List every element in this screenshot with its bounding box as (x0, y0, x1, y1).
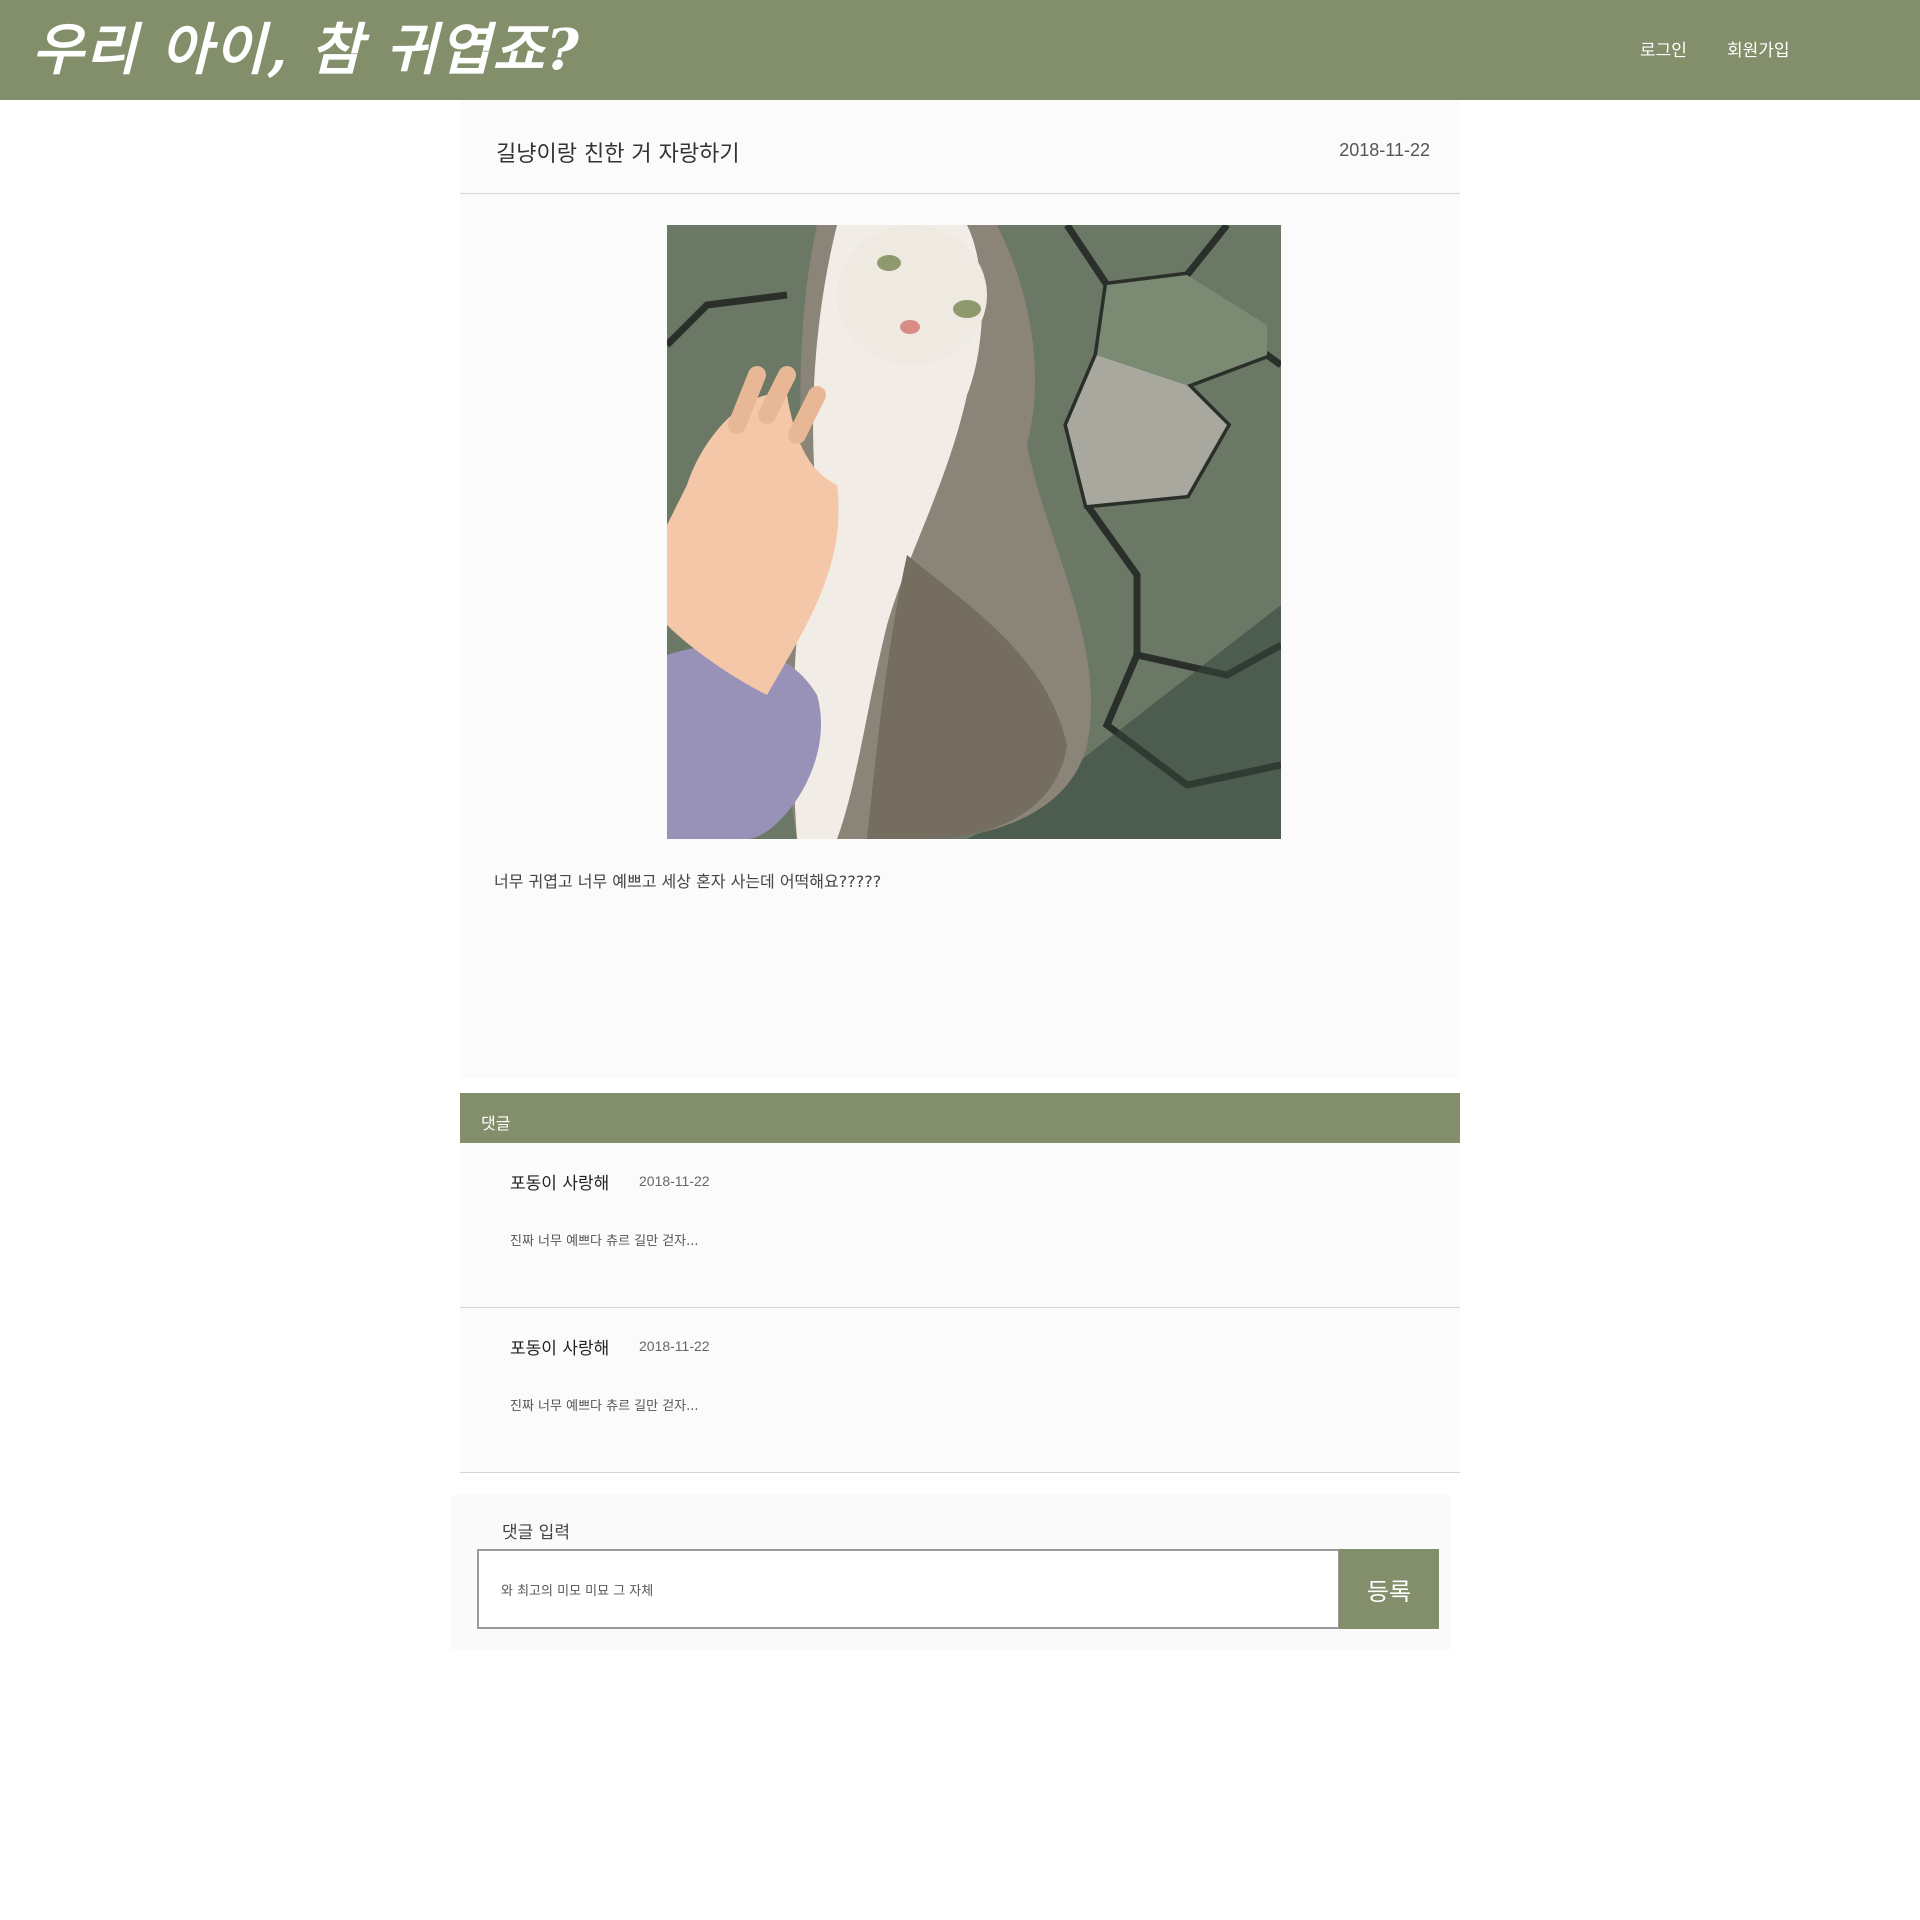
comment-item: 포동이 사랑해 2018-11-22 진짜 너무 예쁘다 츄르 길만 걷자... (460, 1143, 1460, 1308)
comments-header: 댓글 (460, 1093, 1460, 1143)
post-body: 너무 귀엽고 너무 예쁘고 세상 혼자 사는데 어떡해요????? (494, 872, 882, 891)
post-divider (460, 193, 1460, 194)
comment-author: 포동이 사랑해 (510, 1339, 610, 1359)
site-logo[interactable]: 우리 아이, 참 귀엽죠? (32, 4, 581, 96)
comment-form-label: 댓글 입력 (502, 1523, 570, 1543)
login-link[interactable]: 로그인 (1640, 36, 1687, 61)
cat-photo-illustration (667, 225, 1281, 839)
signup-link[interactable]: 회원가입 (1727, 36, 1790, 61)
submit-comment-button[interactable]: 등록 (1339, 1549, 1439, 1629)
comment-item: 포동이 사랑해 2018-11-22 진짜 너무 예쁘다 츄르 길만 걷자... (460, 1308, 1460, 1473)
comment-form: 댓글 입력 등록 (451, 1495, 1451, 1650)
post-photo (667, 225, 1281, 839)
comment-text: 진짜 너무 예쁘다 츄르 길만 걷자... (510, 1399, 699, 1414)
comment-author: 포동이 사랑해 (510, 1174, 610, 1194)
comment-input[interactable] (477, 1549, 1340, 1629)
comment-date: 2018-11-22 (639, 1338, 710, 1354)
top-header: 우리 아이, 참 귀엽죠? 로그인 회원가입 (0, 0, 1920, 100)
post-date: 2018-11-22 (1339, 140, 1430, 160)
comments-header-label: 댓글 (481, 1114, 511, 1133)
post-panel: 길냥이랑 친한 거 자랑하기 2018-11-22 너무 귀엽고 너무 예쁘고 … (460, 100, 1460, 1078)
comment-date: 2018-11-22 (639, 1173, 710, 1189)
comment-text: 진짜 너무 예쁘다 츄르 길만 걷자... (510, 1234, 699, 1249)
post-title: 길냥이랑 친한 거 자랑하기 (496, 142, 740, 167)
